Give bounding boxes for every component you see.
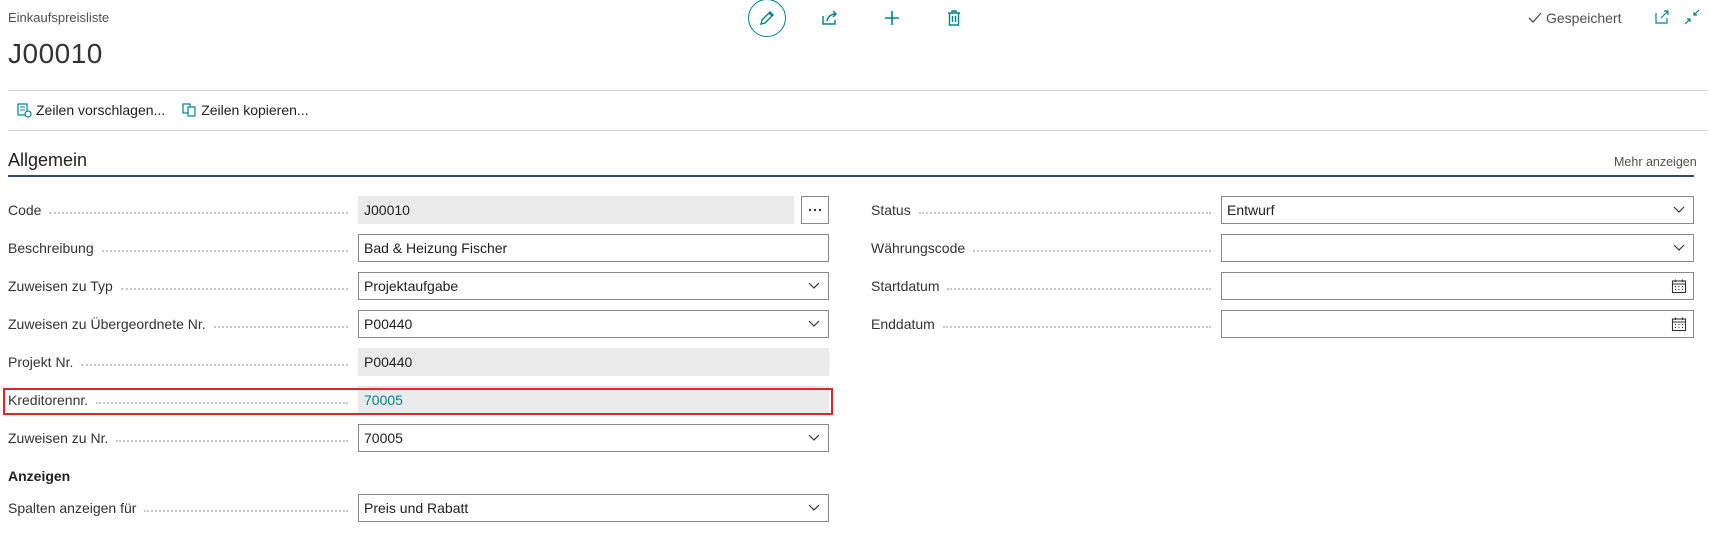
page-actions [748, 0, 972, 37]
section-title[interactable]: Allgemein [8, 150, 87, 171]
copy-lines-icon [182, 103, 196, 117]
copy-lines-button[interactable]: Zeilen kopieren... [181, 102, 309, 118]
copy-lines-label: Zeilen kopieren... [201, 102, 309, 118]
section-underline [8, 175, 1694, 177]
project-no-value: P00440 [364, 354, 413, 370]
project-no-label-text: Projekt Nr. [8, 354, 74, 370]
show-columns-label: Spalten anzeigen für [8, 494, 358, 522]
open-in-new-window-icon [1655, 10, 1669, 24]
new-button[interactable] [874, 0, 910, 36]
suggest-lines-label: Zeilen vorschlagen... [36, 102, 166, 118]
assign-no-select[interactable]: 70005 [358, 424, 829, 452]
assign-parent-value: P00440 [364, 316, 413, 332]
calendar-icon[interactable] [1665, 278, 1693, 294]
end-date-label-text: Enddatum [871, 316, 935, 332]
chevron-down-icon [800, 282, 828, 290]
project-no-field: P00440 [358, 348, 829, 376]
label-leader [49, 212, 348, 214]
chevron-down-icon [1665, 206, 1693, 214]
code-label-text: Code [8, 202, 42, 218]
save-status: Gespeichert [1528, 10, 1621, 26]
assign-type-label: Zuweisen zu Typ [8, 272, 358, 300]
project-no-label: Projekt Nr. [8, 348, 358, 376]
end-date-input[interactable] [1221, 310, 1694, 338]
calendar-icon[interactable] [1665, 316, 1693, 332]
label-leader [973, 250, 1211, 252]
start-date-label-text: Startdatum [871, 278, 940, 294]
label-leader [918, 212, 1211, 214]
assign-no-value: 70005 [364, 430, 403, 446]
page-title: J00010 [8, 38, 103, 69]
share-icon [822, 10, 837, 25]
collapse-icon [1684, 9, 1700, 25]
status-value: Entwurf [1227, 202, 1275, 218]
label-leader [101, 250, 348, 252]
assign-type-select[interactable]: Projektaufgabe [358, 272, 829, 300]
code-field[interactable]: J00010 [358, 196, 794, 224]
code-lookup-button[interactable] [801, 196, 829, 224]
description-value: Bad & Heizung Fischer [364, 240, 508, 256]
header-divider [8, 90, 1708, 91]
show-columns-value: Preis und Rabatt [364, 500, 469, 516]
code-label: Code [8, 196, 358, 224]
collapse-button[interactable] [1680, 6, 1704, 28]
display-subheading: Anzeigen [8, 468, 71, 484]
show-columns-select[interactable]: Preis und Rabatt [358, 494, 829, 522]
description-label: Beschreibung [8, 234, 358, 262]
actionbar-divider [8, 130, 1708, 131]
label-leader [81, 364, 348, 366]
action-bar: Zeilen vorschlagen... Zeilen kopieren... [16, 102, 325, 118]
currency-select[interactable] [1221, 234, 1694, 262]
check-icon [1528, 12, 1542, 23]
start-date-input[interactable] [1221, 272, 1694, 300]
description-label-text: Beschreibung [8, 240, 94, 256]
assign-parent-label: Zuweisen zu Übergeordnete Nr. [8, 310, 358, 338]
trash-icon [948, 10, 960, 26]
open-new-window-button[interactable] [1650, 6, 1674, 28]
assign-no-label: Zuweisen zu Nr. [8, 424, 358, 452]
currency-label-text: Währungscode [871, 240, 966, 256]
show-more-link[interactable]: Mehr anzeigen [1614, 155, 1697, 169]
assign-no-label-text: Zuweisen zu Nr. [8, 430, 109, 446]
ellipsis-icon [808, 208, 822, 212]
assign-type-value: Projektaufgabe [364, 278, 459, 294]
assign-parent-label-text: Zuweisen zu Übergeordnete Nr. [8, 316, 206, 332]
page-caption: Einkaufspreisliste [8, 10, 110, 25]
end-date-label: Enddatum [871, 310, 1221, 338]
highlight-box [3, 388, 833, 415]
status-label: Status [871, 196, 1221, 224]
label-leader [942, 326, 1211, 328]
pencil-icon [760, 11, 774, 25]
status-label-text: Status [871, 202, 911, 218]
assign-parent-select[interactable]: P00440 [358, 310, 829, 338]
code-value: J00010 [364, 202, 410, 218]
suggest-lines-icon [17, 103, 32, 118]
currency-label: Währungscode [871, 234, 1221, 262]
assign-type-label-text: Zuweisen zu Typ [8, 278, 113, 294]
suggest-lines-button[interactable]: Zeilen vorschlagen... [16, 102, 165, 118]
plus-icon [885, 11, 899, 25]
start-date-label: Startdatum [871, 272, 1221, 300]
share-button[interactable] [812, 0, 848, 36]
label-leader [947, 288, 1211, 290]
chevron-down-icon [800, 320, 828, 328]
label-leader [144, 510, 348, 512]
delete-button[interactable] [936, 0, 972, 36]
chevron-down-icon [1665, 244, 1693, 252]
chevron-down-icon [800, 504, 828, 512]
label-leader [120, 288, 348, 290]
show-columns-label-text: Spalten anzeigen für [8, 500, 137, 516]
save-status-label: Gespeichert [1546, 10, 1622, 26]
description-input[interactable]: Bad & Heizung Fischer [358, 234, 829, 262]
status-select[interactable]: Entwurf [1221, 196, 1694, 224]
edit-button[interactable] [748, 0, 786, 37]
label-leader [116, 440, 348, 442]
label-leader [213, 326, 348, 328]
chevron-down-icon [800, 434, 828, 442]
